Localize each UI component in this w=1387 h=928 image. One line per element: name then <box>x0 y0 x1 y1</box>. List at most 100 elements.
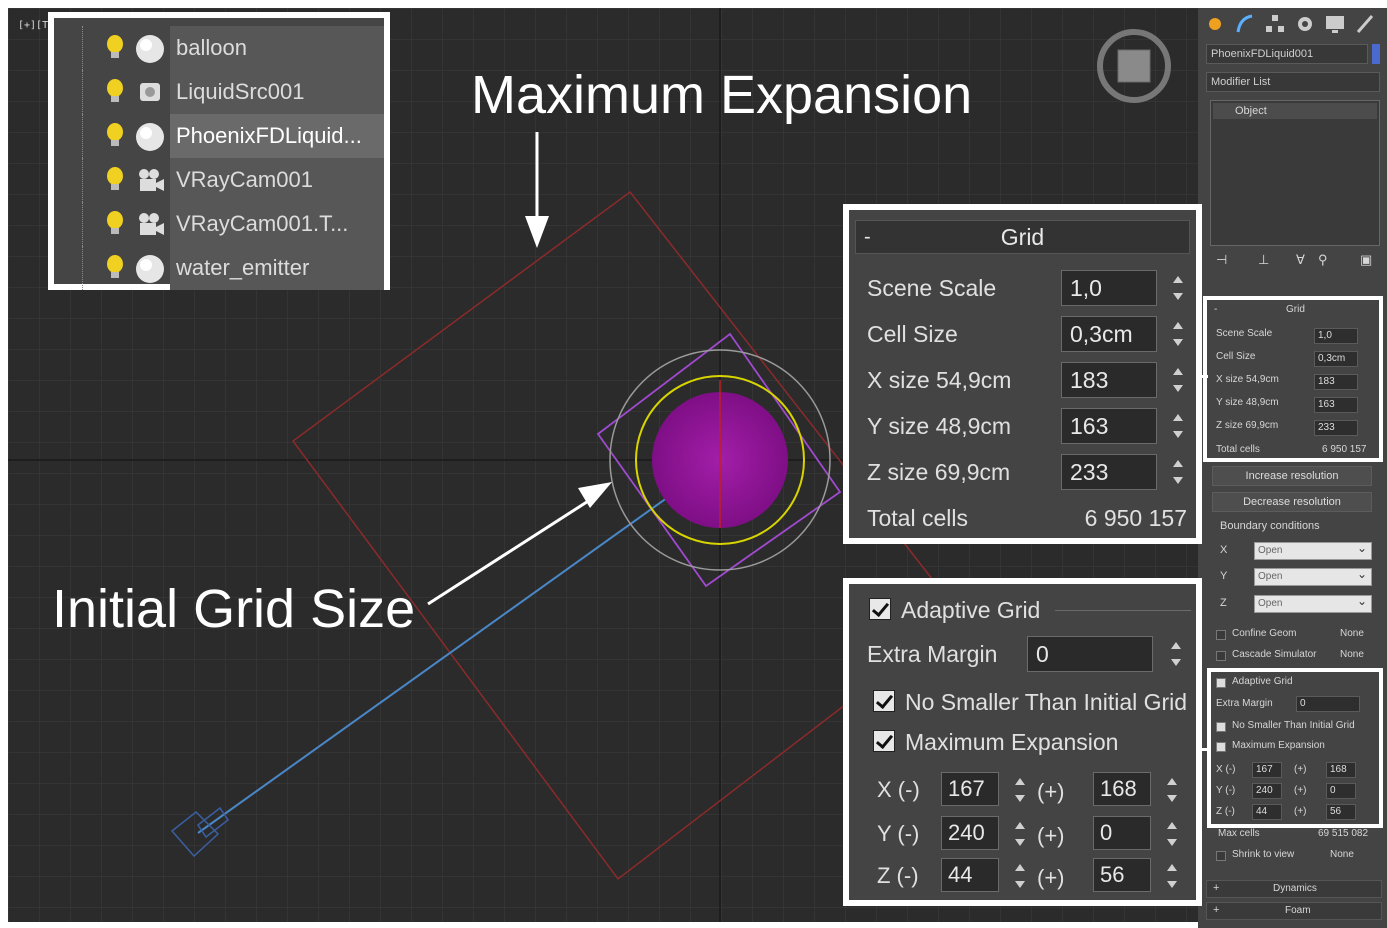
spinner-icon[interactable] <box>1011 772 1029 808</box>
camera-icon <box>139 213 164 235</box>
max-cells-label: Max cells <box>1218 828 1260 839</box>
maximum-expansion-checkbox[interactable] <box>873 730 895 752</box>
object-name-field[interactable]: PhoenixFDLiquid001 <box>1206 44 1368 64</box>
outliner-item-balloon[interactable]: balloon <box>54 26 384 70</box>
stack-item-object[interactable]: Object <box>1213 103 1377 119</box>
utilities-tab-icon[interactable] <box>1354 12 1376 36</box>
scene-scale-input[interactable]: 1,0 <box>1061 270 1157 306</box>
rollout-header[interactable]: - Grid <box>855 220 1190 254</box>
rollout-title: Grid <box>1000 224 1045 250</box>
stack-toolbar: ⊣ ⊥ ∀ ⚲ ▣ <box>1210 250 1380 274</box>
boundary-z-dropdown[interactable]: Open <box>1254 593 1372 613</box>
spinner-icon[interactable] <box>1169 270 1187 306</box>
y-size-row: Y size 48,9cm 163 <box>867 406 1187 446</box>
x-size-input[interactable]: 183 <box>1061 362 1157 398</box>
configure-sets-icon[interactable]: ▣ <box>1360 252 1372 268</box>
modifier-stack[interactable]: Object <box>1210 100 1380 246</box>
make-unique-icon[interactable]: ∀ <box>1296 252 1305 268</box>
x-plus-label: (+) <box>1037 779 1065 804</box>
z-plus-label: (+) <box>1037 865 1065 890</box>
field-label: Scene Scale <box>867 275 997 301</box>
outliner-item-vraycam001-target[interactable]: VRayCam001.T... <box>54 202 384 246</box>
field-label: Cell Size <box>867 321 958 347</box>
spinner-icon[interactable] <box>1169 362 1187 398</box>
adaptive-highlight-box <box>1207 668 1383 828</box>
spinner-icon[interactable] <box>1163 816 1181 852</box>
extra-margin-input[interactable]: 0 <box>1027 636 1153 672</box>
modify-tab-icon[interactable] <box>1234 12 1256 36</box>
shrink-to-view-picker[interactable]: None <box>1330 849 1354 860</box>
sphere-icon <box>136 35 164 63</box>
max-cells-value: 69 515 082 <box>1318 828 1369 839</box>
light-bulb-icon[interactable] <box>106 167 124 193</box>
light-bulb-icon[interactable] <box>106 35 124 61</box>
rollout-title: Dynamics <box>1273 883 1317 894</box>
cell-size-input[interactable]: 0,3cm <box>1061 316 1157 352</box>
light-bulb-icon[interactable] <box>106 123 124 149</box>
outliner-item-water-emitter[interactable]: water_emitter <box>54 246 384 290</box>
spinner-icon[interactable] <box>1011 816 1029 852</box>
motion-tab-icon[interactable] <box>1294 12 1316 36</box>
dynamics-rollout-header[interactable]: + Dynamics <box>1206 880 1382 898</box>
expand-icon: + <box>1213 904 1220 916</box>
spinner-icon[interactable] <box>1169 316 1187 352</box>
extra-margin-label: Extra Margin <box>867 641 998 667</box>
pin-stack-icon[interactable]: ⊣ <box>1216 252 1227 268</box>
light-bulb-icon[interactable] <box>106 211 124 237</box>
y-minus-input[interactable]: 240 <box>941 816 999 850</box>
modifier-list-dropdown[interactable]: Modifier List <box>1206 72 1380 92</box>
z-plus-input[interactable]: 56 <box>1093 858 1151 892</box>
hierarchy-tab-icon[interactable] <box>1264 12 1286 36</box>
adaptive-grid-checkbox[interactable] <box>869 598 891 620</box>
x-minus-label: X (-) <box>877 777 920 802</box>
foam-rollout-header[interactable]: + Foam <box>1206 902 1382 920</box>
show-end-result-icon[interactable]: ⊥ <box>1258 252 1269 268</box>
boundary-x-dropdown[interactable]: Open <box>1254 540 1372 560</box>
remove-modifier-icon[interactable]: ⚲ <box>1318 252 1328 268</box>
object-color-swatch[interactable] <box>1372 44 1380 64</box>
x-minus-input[interactable]: 167 <box>941 772 999 806</box>
outliner-item-label: VRayCam001 <box>170 158 384 202</box>
maximum-expansion-label: Maximum Expansion <box>905 729 1119 755</box>
cascade-simulator-picker[interactable]: None <box>1340 649 1364 660</box>
outliner-item-liquidsrc001[interactable]: LiquidSrc001 <box>54 70 384 114</box>
spinner-icon[interactable] <box>1163 772 1181 808</box>
tree-line <box>82 246 83 290</box>
no-smaller-checkbox[interactable] <box>873 690 895 712</box>
spinner-icon[interactable] <box>1167 636 1185 672</box>
z-size-row: Z size 69,9cm 233 <box>867 452 1187 492</box>
field-label: Z size 69,9cm <box>867 459 1011 485</box>
spinner-icon[interactable] <box>1163 858 1181 894</box>
create-tab-icon[interactable] <box>1204 12 1226 36</box>
initial-grid-caption: Initial Grid Size <box>52 579 416 639</box>
y-plus-input[interactable]: 0 <box>1093 816 1151 850</box>
x-plus-input[interactable]: 168 <box>1093 772 1151 806</box>
sphere-icon <box>136 123 164 151</box>
light-bulb-icon[interactable] <box>106 79 124 105</box>
outliner-item-vraycam001[interactable]: VRayCam001 <box>54 158 384 202</box>
collapse-toggle[interactable]: - <box>864 221 871 253</box>
grid-rollout-zoomed: - Grid Scene Scale 1,0 Cell Size 0,3cm X… <box>843 204 1202 544</box>
cascade-simulator-label: Cascade Simulator <box>1232 649 1317 660</box>
outliner-item-phoenixfdliquid[interactable]: PhoenixFDLiquid... <box>54 114 384 158</box>
display-tab-icon[interactable] <box>1324 12 1346 36</box>
confine-geom-picker[interactable]: None <box>1340 628 1364 639</box>
spinner-icon[interactable] <box>1169 408 1187 444</box>
z-minus-label: Z (-) <box>877 863 919 888</box>
confine-geom-checkbox[interactable] <box>1216 630 1226 640</box>
boundary-y-dropdown[interactable]: Open <box>1254 566 1372 586</box>
z-size-input[interactable]: 233 <box>1061 454 1157 490</box>
cascade-checkbox[interactable] <box>1216 651 1226 661</box>
z-minus-input[interactable]: 44 <box>941 858 999 892</box>
tree-line <box>82 202 83 246</box>
light-bulb-icon[interactable] <box>106 255 124 281</box>
spinner-icon[interactable] <box>1011 858 1029 894</box>
shrink-to-view-checkbox[interactable] <box>1216 851 1226 861</box>
spinner-icon[interactable] <box>1169 454 1187 490</box>
tree-line <box>82 70 83 114</box>
rollout-title: Foam <box>1285 905 1311 916</box>
increase-resolution-button[interactable]: Increase resolution <box>1212 466 1372 486</box>
y-size-input[interactable]: 163 <box>1061 408 1157 444</box>
liquid-source-icon <box>140 83 160 101</box>
decrease-resolution-button[interactable]: Decrease resolution <box>1212 492 1372 512</box>
